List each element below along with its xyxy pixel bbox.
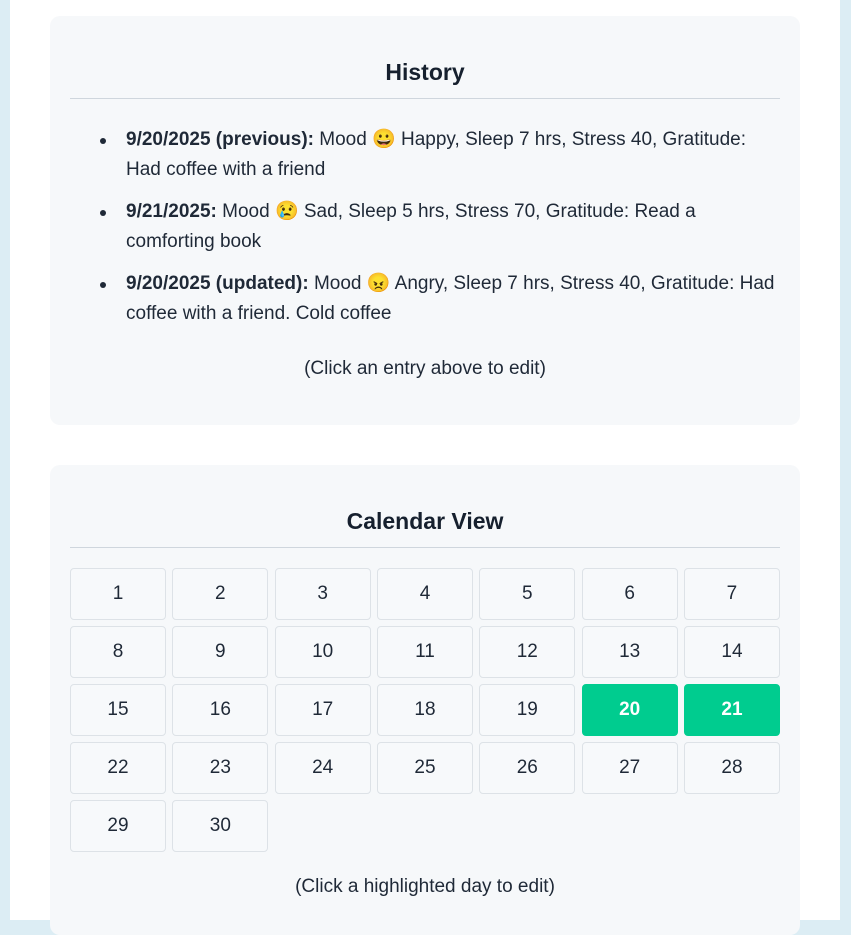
calendar-panel: Calendar View 1 2 3 4 5 6 7 8 9 10 11 12 13 14 15 16 17 1…: [50, 465, 800, 935]
calendar-day: 24: [274, 742, 371, 794]
calendar-day: 17: [274, 684, 371, 736]
history-list: 9/20/2025 (previous): Mood 😀 Happy, Slee…: [100, 125, 786, 341]
bullet-icon: [100, 282, 106, 288]
calendar-day: 16: [172, 684, 269, 736]
calendar-day: 11: [376, 626, 473, 678]
calendar-day: 4: [376, 568, 473, 620]
history-panel: History 9/20/2025 (previous): Mood 😀 Hap…: [50, 16, 800, 425]
calendar-day: 8: [70, 626, 166, 678]
history-title: History: [385, 59, 465, 85]
page: History 9/20/2025 (previous): Mood 😀 Hap…: [10, 0, 840, 935]
calendar-day: 28: [683, 742, 780, 794]
calendar-divider: [70, 547, 780, 548]
history-entry-date: 9/20/2025 (previous):: [126, 129, 314, 150]
history-hint: (Click an entry above to edit): [304, 358, 546, 379]
calendar-day-highlighted[interactable]: 21: [683, 684, 780, 736]
calendar-day: 25: [376, 742, 473, 794]
history-entry-date: 9/21/2025:: [126, 201, 217, 222]
history-entry[interactable]: 9/21/2025: Mood 😢 Sad, Sleep 5 hrs, Stre…: [100, 197, 786, 257]
bullet-icon: [100, 138, 106, 144]
calendar-hint: (Click a highlighted day to edit): [295, 876, 555, 897]
calendar-day: 5: [479, 568, 576, 620]
calendar-day: 29: [70, 800, 166, 852]
calendar-day: 30: [172, 800, 269, 852]
calendar-title: Calendar View: [346, 508, 504, 534]
calendar-day: 26: [479, 742, 576, 794]
calendar-day: 9: [172, 626, 269, 678]
calendar-day: 19: [479, 684, 576, 736]
calendar-day: 18: [376, 684, 473, 736]
calendar-day: 7: [683, 568, 780, 620]
calendar-day: 15: [70, 684, 166, 736]
calendar-day: 2: [172, 568, 269, 620]
history-entry-date: 9/20/2025 (updated):: [126, 273, 309, 294]
calendar-day: 6: [581, 568, 678, 620]
history-divider: [70, 98, 780, 99]
calendar-day-highlighted[interactable]: 20: [581, 684, 678, 736]
calendar-day: 23: [172, 742, 269, 794]
calendar-day: 3: [274, 568, 371, 620]
history-entry[interactable]: 9/20/2025 (updated): Mood 😠 Angry, Sleep…: [100, 269, 786, 329]
calendar-grid: 1 2 3 4 5 6 7 8 9 10 11 12 13 14 15 16 17 18 19 20 21 22 23 24 2…: [70, 568, 780, 852]
calendar-day: 22: [70, 742, 166, 794]
calendar-day: 27: [581, 742, 678, 794]
history-entry[interactable]: 9/20/2025 (previous): Mood 😀 Happy, Slee…: [100, 125, 786, 185]
calendar-day: 12: [479, 626, 576, 678]
calendar-day: 10: [274, 626, 371, 678]
calendar-day: 14: [683, 626, 780, 678]
calendar-day: 1: [70, 568, 166, 620]
calendar-day: 13: [581, 626, 678, 678]
bullet-icon: [100, 210, 106, 216]
